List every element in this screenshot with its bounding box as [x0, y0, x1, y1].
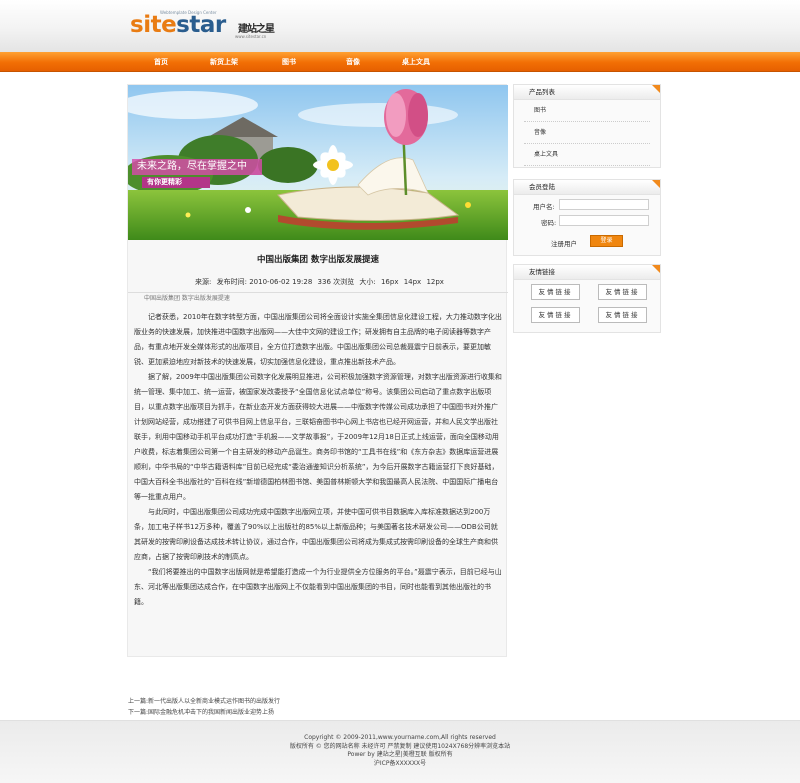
font-size-14-button[interactable]: 14px	[404, 278, 422, 286]
nav-item-home[interactable]: 首页	[154, 57, 168, 67]
password-label: 密码:	[541, 219, 557, 227]
nav-item-stationery[interactable]: 桌上文具	[402, 57, 430, 67]
nav-item-audio-video[interactable]: 音像	[346, 57, 360, 67]
article-paragraph: 记者获悉，2010年在数字转型方面，中国出版集团公司将全面设计实施全集团信息化建…	[134, 313, 502, 366]
article-paragraph: 与此同时，中国出版集团公司成功完成中国数字出版网立项，并使中国可供书目数据库入库…	[134, 508, 498, 561]
font-size-16-button[interactable]: 16px	[381, 278, 399, 286]
product-list-title: 产品列表	[514, 85, 660, 100]
register-link[interactable]: 注册用户	[551, 238, 577, 248]
banner[interactable]: 未来之路，尽在掌握之中 有你更精彩	[128, 85, 508, 240]
username-label: 用户名:	[533, 203, 555, 211]
meta-time: 发布时间: 2010-06-02 19:28	[216, 278, 313, 286]
footer-icp: 沪ICP备XXXXXX号	[373, 759, 427, 767]
nav-item-books[interactable]: 图书	[282, 57, 296, 67]
friend-links-box: 友情链接 友情链接 友情链接 友情链接 友情链接	[513, 264, 661, 333]
article-meta: 来源: 发布时间: 2010-06-02 19:28 336 次浏览 大小: 1…	[128, 277, 508, 293]
article-paragraph: “我们将要推出的中国数字出版网就是希望能打造成一个为行业提供全方位服务的平台。”…	[134, 568, 502, 606]
next-article-link[interactable]: 下一篇:国际金融危机冲击下的我国新闻出版业迎势上扬	[128, 707, 280, 718]
article-crumb: 中国出版集团 数字出版发展提速	[144, 295, 230, 302]
footer: Copyright © 2009-2011,www.yourname.com,A…	[0, 720, 800, 783]
friend-link-4[interactable]: 友情链接	[598, 307, 647, 323]
footer-rights: 版权所有 © 您的网站名称 未经许可 严禁复制 建议使用1024X768分辨率浏…	[289, 742, 511, 750]
article-title: 中国出版集团 数字出版发展提速	[257, 255, 379, 265]
main-nav: 首页 新货上架 图书 音像 桌上文具	[0, 52, 800, 72]
logo-cn: 建站之星	[238, 24, 275, 35]
meta-size-label: 大小:	[359, 278, 376, 286]
product-link-audio-video[interactable]: 音像	[524, 122, 650, 144]
article-panel: 未来之路，尽在掌握之中 有你更精彩 中国出版集团 数字出版发展提速 来源: 发布…	[127, 84, 508, 657]
logo-wordmark: sitestar	[130, 12, 226, 38]
font-size-12-button[interactable]: 12px	[426, 278, 444, 286]
prev-article-link[interactable]: 上一篇:新一代出版人以全新商业模式运作图书的出版发行	[128, 696, 280, 707]
friend-link-1[interactable]: 友情链接	[531, 284, 580, 300]
member-login-box: 会员登陆 用户名: 密码: 注册用户 登录	[513, 179, 661, 256]
friend-link-2[interactable]: 友情链接	[598, 284, 647, 300]
header: Webtemplate Design Center sitestar 建站之星 …	[0, 0, 800, 52]
meta-source: 来源:	[195, 278, 212, 286]
footer-powered: Power by 建站之星|美橙互联 版权所有	[347, 751, 453, 758]
corner-arrow-icon	[652, 180, 660, 188]
site-logo[interactable]: Webtemplate Design Center sitestar 建站之星 …	[130, 8, 275, 39]
product-list-box: 产品列表 图书 音像 桌上文具	[513, 84, 661, 168]
article-pager: 上一篇:新一代出版人以全新商业模式运作图书的出版发行 下一篇:国际金融危机冲击下…	[128, 696, 280, 718]
username-input[interactable]	[559, 199, 649, 210]
article-paragraph: 据了解，2009年中国出版集团公司数字化发展明显推进，公司积极加强数字资源管理，…	[134, 373, 502, 501]
password-input[interactable]	[559, 215, 649, 226]
friend-links-title: 友情链接	[514, 265, 660, 280]
meta-views: 336 次浏览	[317, 278, 355, 286]
corner-arrow-icon	[652, 85, 660, 93]
corner-arrow-icon	[652, 265, 660, 273]
product-link-stationery[interactable]: 桌上文具	[524, 144, 650, 166]
login-button[interactable]: 登录	[590, 235, 623, 247]
footer-copyright: Copyright © 2009-2011,www.yourname.com,A…	[304, 734, 496, 741]
nav-item-new-arrivals[interactable]: 新货上架	[210, 57, 238, 67]
logo-url: www.sitestar.cn	[235, 34, 267, 39]
member-login-title: 会员登陆	[514, 180, 660, 195]
banner-caption: 未来之路，尽在掌握之中	[132, 159, 262, 175]
product-link-books[interactable]: 图书	[524, 100, 650, 122]
friend-link-3[interactable]: 友情链接	[531, 307, 580, 323]
banner-subcaption: 有你更精彩	[142, 177, 210, 188]
article-body: 记者获悉，2010年在数字转型方面，中国出版集团公司将全面设计实施全集团信息化建…	[134, 310, 504, 610]
